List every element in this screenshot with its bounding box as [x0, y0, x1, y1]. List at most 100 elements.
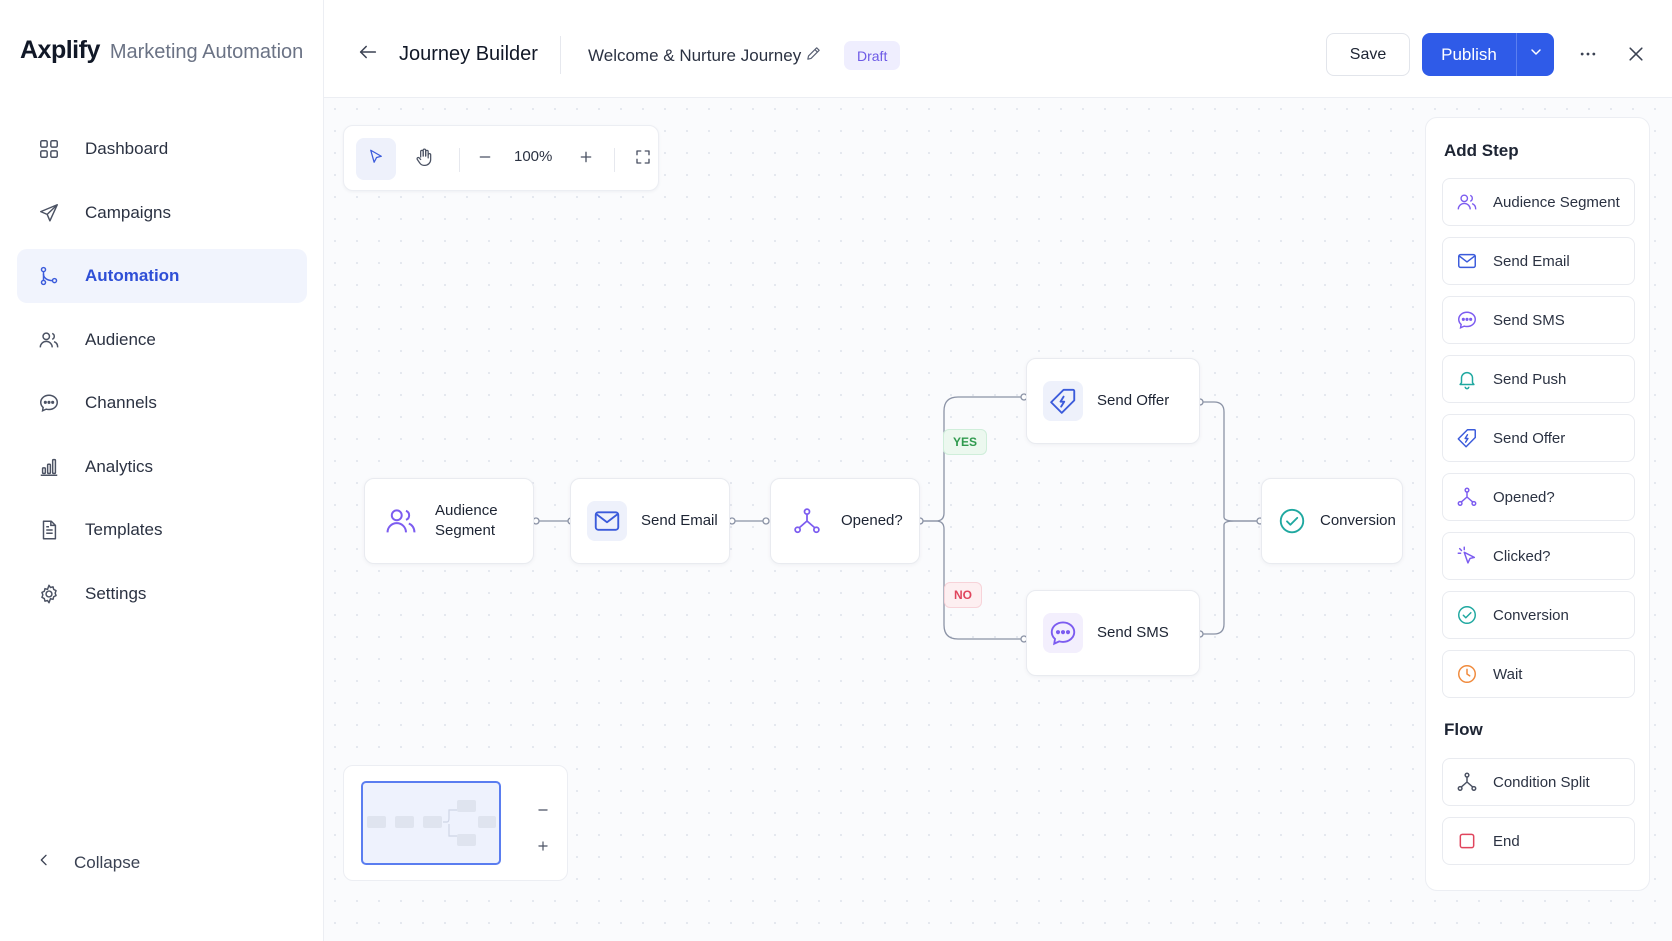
document-icon: [37, 518, 61, 542]
mail-icon: [1455, 249, 1479, 273]
git-branch-icon: [37, 264, 61, 288]
step-condition-split[interactable]: Condition Split: [1442, 758, 1635, 806]
connector-yes-branch: [920, 396, 1024, 522]
node-label: Opened?: [841, 512, 903, 529]
journey-name[interactable]: Welcome & Nurture Journey: [588, 46, 801, 66]
publish-options-button[interactable]: [1516, 33, 1554, 76]
collapse-button[interactable]: Collapse: [36, 852, 140, 873]
close-button[interactable]: [1622, 42, 1650, 70]
node-send-email[interactable]: Send Email: [570, 478, 730, 564]
brand-name: Axplify: [20, 36, 100, 64]
step-send-push[interactable]: Send Push: [1442, 355, 1635, 403]
zoom-out-button[interactable]: [465, 138, 505, 180]
connector-offer-conversion: [1200, 401, 1260, 522]
step-send-offer[interactable]: Send Offer: [1442, 414, 1635, 462]
tag-icon: [1455, 426, 1479, 450]
step-label: Audience Segment: [1493, 193, 1620, 211]
node-audience-segment[interactable]: Audience Segment: [364, 478, 534, 564]
sidebar-item-label: Dashboard: [85, 139, 169, 158]
brand[interactable]: Axplify Marketing Automation: [20, 36, 303, 65]
zoom-in-button[interactable]: [566, 138, 606, 180]
back-button[interactable]: [354, 40, 382, 68]
message-icon: [1043, 613, 1083, 653]
step-wait[interactable]: Wait: [1442, 650, 1635, 698]
sidebar-item-dashboard[interactable]: Dashboard: [17, 122, 307, 176]
minimap-zoom-out-button[interactable]: [532, 800, 554, 822]
check-circle-icon: [1272, 501, 1312, 541]
users-icon: [381, 501, 421, 541]
node-label: Conversion: [1320, 512, 1396, 529]
node-send-offer[interactable]: Send Offer: [1026, 358, 1200, 444]
sidebar-item-label: Templates: [85, 520, 163, 539]
connector-sms-conversion: [1200, 520, 1260, 635]
minus-icon: [536, 800, 550, 823]
connector-no-branch: [920, 520, 1024, 640]
app: Axplify Marketing Automation Dashboard C…: [0, 0, 1672, 941]
step-label: Opened?: [1493, 488, 1555, 506]
node-send-sms[interactable]: Send SMS: [1026, 590, 1200, 676]
step-label: Condition Split: [1493, 773, 1590, 791]
message-icon: [1455, 308, 1479, 332]
step-label: Conversion: [1493, 606, 1569, 624]
save-button[interactable]: Save: [1326, 33, 1410, 76]
step-label: Wait: [1493, 665, 1523, 683]
step-clicked[interactable]: Clicked?: [1442, 532, 1635, 580]
step-label: Clicked?: [1493, 547, 1551, 565]
add-step-panel: Add Step Audience Segment Send Email Sen…: [1425, 117, 1650, 891]
step-label: Send Offer: [1493, 429, 1566, 447]
sidebar-item-settings[interactable]: Settings: [17, 567, 307, 621]
step-end[interactable]: End: [1442, 817, 1635, 865]
pencil-icon: [805, 45, 822, 67]
hand-icon: [414, 147, 434, 172]
mail-icon: [587, 501, 627, 541]
more-options-button[interactable]: [1574, 42, 1602, 70]
node-opened-condition[interactable]: Opened?: [770, 478, 920, 564]
split-icon: [1455, 485, 1479, 509]
more-horizontal-icon: [1578, 44, 1598, 69]
canvas-toolbar: 100%: [343, 125, 659, 191]
edit-name-button[interactable]: [802, 45, 824, 67]
connector-port: [762, 517, 770, 525]
step-send-sms[interactable]: Send SMS: [1442, 296, 1635, 344]
toolbar-divider: [614, 148, 615, 172]
node-label: Send SMS: [1097, 624, 1169, 641]
minimap-zoom-in-button[interactable]: [532, 836, 554, 858]
header-divider: [560, 36, 561, 74]
zoom-level[interactable]: 100%: [514, 148, 552, 165]
publish-button[interactable]: Publish: [1422, 33, 1516, 76]
sidebar-item-label: Channels: [85, 393, 157, 412]
arrow-left-icon: [357, 41, 379, 68]
cursor-click-icon: [1455, 544, 1479, 568]
users-icon: [1455, 190, 1479, 214]
sidebar-item-channels[interactable]: Channels: [17, 376, 307, 430]
tag-icon: [1043, 381, 1083, 421]
node-label: Send Offer: [1097, 392, 1170, 409]
minimap-node: [423, 816, 442, 828]
step-conversion[interactable]: Conversion: [1442, 591, 1635, 639]
sidebar-item-automation[interactable]: Automation: [17, 249, 307, 303]
plus-icon: [536, 836, 550, 859]
minimap-node: [367, 816, 386, 828]
node-label: Audience Segment: [435, 502, 498, 539]
step-send-email[interactable]: Send Email: [1442, 237, 1635, 285]
sidebar-item-audience[interactable]: Audience: [17, 313, 307, 367]
sidebar-item-analytics[interactable]: Analytics: [17, 440, 307, 494]
sidebar-item-label: Audience: [85, 329, 156, 349]
brand-subtitle: Marketing Automation: [109, 41, 304, 63]
toolbar-divider: [459, 148, 460, 172]
minimap[interactable]: [343, 765, 568, 881]
sidebar-item-templates[interactable]: Templates: [17, 503, 307, 557]
sidebar-item-campaigns[interactable]: Campaigns: [17, 186, 307, 240]
node-conversion[interactable]: Conversion: [1261, 478, 1403, 564]
panel-title: Add Step: [1444, 141, 1519, 160]
branch-no-tag: NO: [944, 582, 982, 608]
step-label: Send Push: [1493, 370, 1567, 388]
status-badge: Draft: [844, 41, 901, 70]
select-tool-button[interactable]: [356, 138, 396, 180]
hand-tool-button[interactable]: [404, 138, 444, 180]
fit-view-button[interactable]: [623, 138, 663, 180]
branch-yes-tag: YES: [943, 429, 988, 455]
step-opened[interactable]: Opened?: [1442, 473, 1635, 521]
close-icon: [1626, 44, 1646, 69]
step-audience-segment[interactable]: Audience Segment: [1442, 178, 1635, 226]
